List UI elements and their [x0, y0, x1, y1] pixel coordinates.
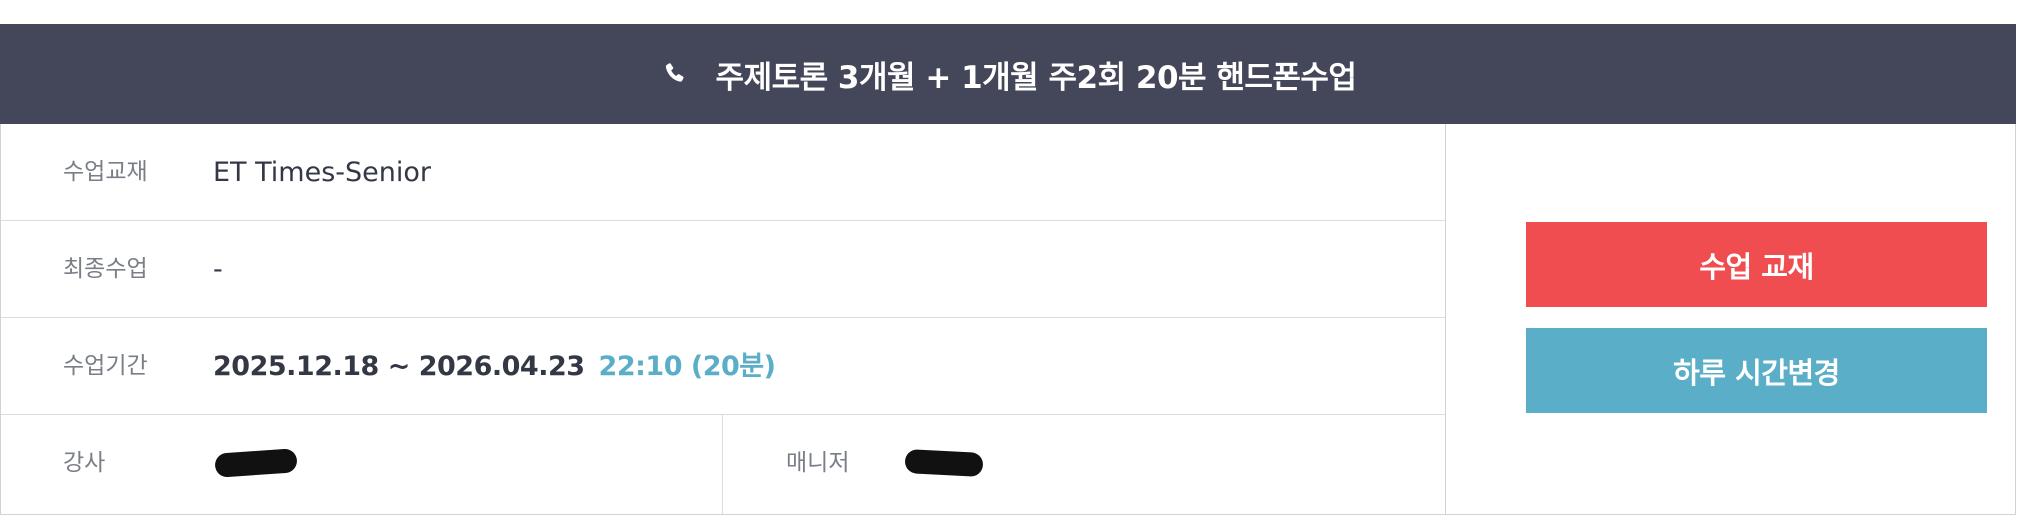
class-time: 22:10 (20분) — [598, 351, 776, 382]
reschedule-button[interactable]: 하루 시간변경 — [1526, 328, 1987, 413]
class-period-value: 2025.12.18 ~ 2026.04.23 22:10 (20분) — [213, 318, 776, 415]
last-class-label: 최종수업 — [63, 256, 148, 282]
textbook-row: 수업교재 ET Times-Senior — [1, 124, 1445, 221]
course-header: 주제토론 3개월 + 1개월 주2회 20분 핸드폰수업 — [0, 24, 2016, 124]
teacher-label: 강사 — [63, 450, 106, 476]
action-panel: 수업 교재 하루 시간변경 — [1446, 124, 2015, 514]
course-title: 주제토론 3개월 + 1개월 주2회 20분 핸드폰수업 — [715, 59, 1357, 96]
class-details: 수업교재 ET Times-Senior 최종수업 - 수업기간 2025.12… — [0, 124, 2016, 515]
class-period-label: 수업기간 — [63, 353, 148, 379]
class-info-card: 주제토론 3개월 + 1개월 주2회 20분 핸드폰수업 수업교재 ET Tim… — [0, 24, 2018, 515]
class-period-dates: 2025.12.18 ~ 2026.04.23 — [213, 351, 585, 382]
textbook-button[interactable]: 수업 교재 — [1526, 222, 1987, 307]
staff-divider — [722, 415, 723, 514]
staff-row: 강사 매니저 — [1, 415, 1445, 514]
last-class-value: - — [213, 254, 223, 285]
class-period-row: 수업기간 2025.12.18 ~ 2026.04.23 22:10 (20분) — [1, 318, 1445, 415]
details-table: 수업교재 ET Times-Senior 최종수업 - 수업기간 2025.12… — [1, 124, 1446, 514]
phone-icon — [660, 59, 690, 89]
last-class-row: 최종수업 - — [1, 221, 1445, 318]
textbook-value: ET Times-Senior — [213, 157, 432, 188]
teacher-name-redacted — [214, 448, 298, 478]
manager-name-redacted — [904, 448, 984, 478]
manager-label: 매니저 — [786, 450, 850, 476]
textbook-label: 수업교재 — [63, 159, 148, 185]
